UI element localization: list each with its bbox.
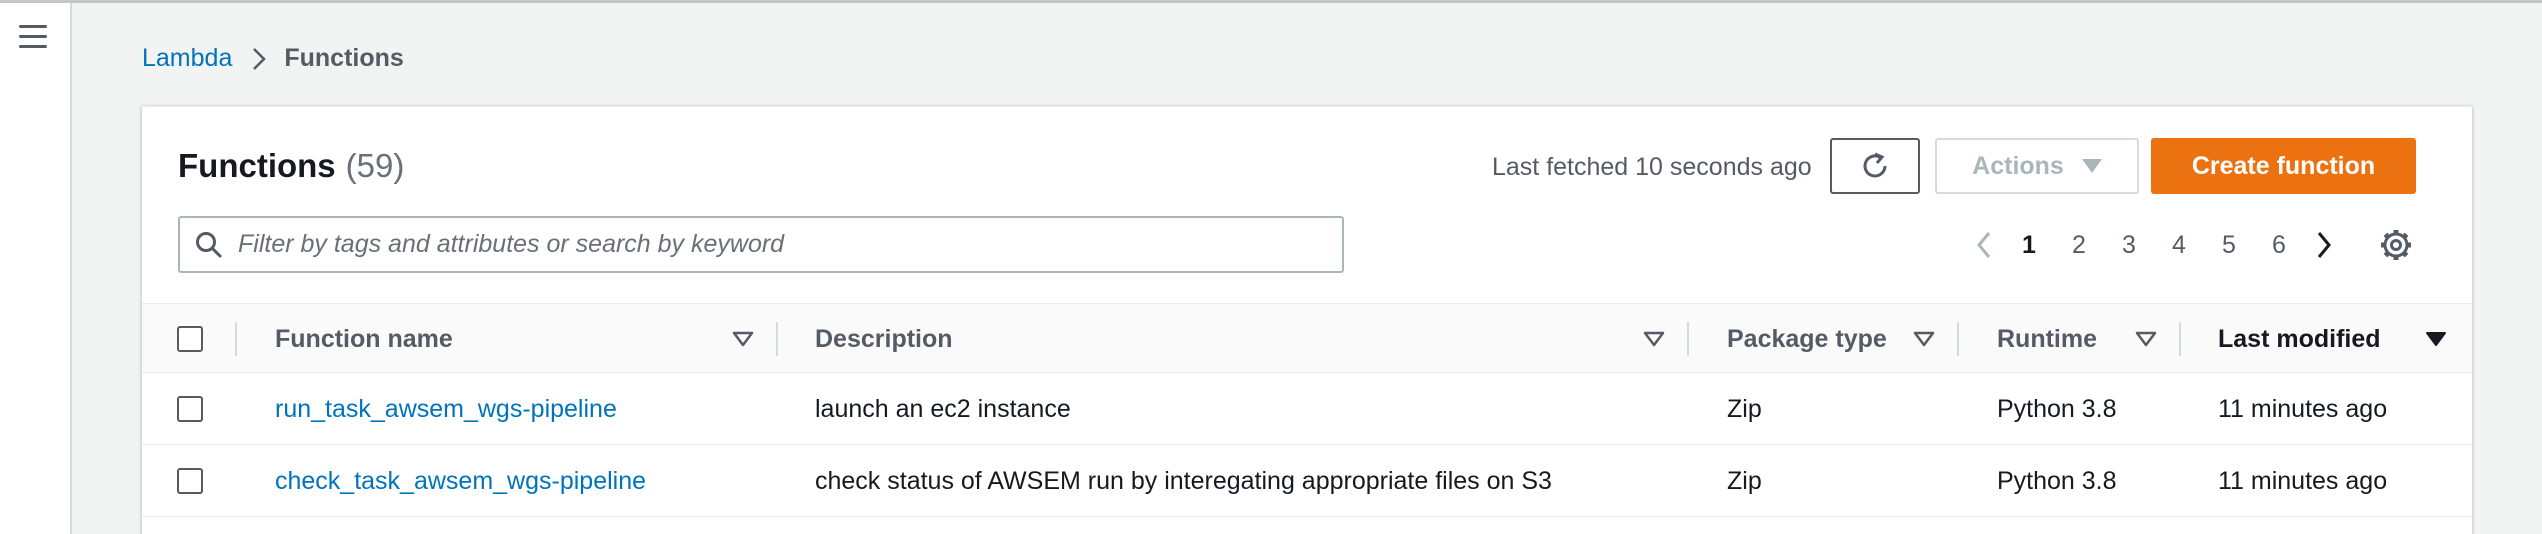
row-checkbox[interactable] (177, 396, 203, 422)
column-divider (2179, 322, 2181, 356)
caret-down-filled-icon[interactable] (2425, 304, 2447, 374)
pagination: 1 2 3 4 5 6 (1964, 225, 2344, 265)
function-count: (59) (345, 147, 405, 184)
function-last-modified: 11 minutes ago (2218, 466, 2388, 495)
function-name-link[interactable]: run_task_awsem_wgs-pipeline (275, 373, 617, 445)
table-row: run_task_awsem_wgs-pipeline launch an ec… (142, 373, 2472, 445)
function-package-type: Zip (1727, 466, 1762, 495)
function-description: launch an ec2 instance (815, 394, 1071, 423)
function-package-type: Zip (1727, 394, 1762, 423)
actions-dropdown-button[interactable]: Actions (1935, 138, 2139, 194)
select-all-checkbox[interactable] (177, 326, 203, 352)
create-function-button[interactable]: Create function (2151, 138, 2416, 194)
caret-down-outline-icon[interactable] (732, 304, 754, 374)
column-header-last-modified[interactable]: Last modified (2218, 304, 2381, 374)
caret-down-outline-icon[interactable] (1913, 304, 1935, 374)
window-top-border (0, 0, 2542, 3)
caret-down-outline-icon[interactable] (1643, 304, 1665, 374)
table-row: check_task_awsem_wgs-pipeline check stat… (142, 445, 2472, 517)
caret-down-outline-icon[interactable] (2135, 304, 2157, 374)
page-6[interactable]: 6 (2254, 231, 2304, 260)
refresh-icon (1863, 152, 1887, 178)
caret-down-icon (2081, 159, 2102, 173)
column-divider (1957, 322, 1959, 356)
function-runtime: Python 3.8 (1997, 466, 2117, 495)
column-header-description[interactable]: Description (815, 304, 953, 374)
page-2[interactable]: 2 (2054, 231, 2104, 260)
page-1[interactable]: 1 (2004, 231, 2054, 260)
column-header-runtime[interactable]: Runtime (1997, 304, 2097, 374)
functions-panel: Functions (59) Last fetched 10 seconds ag… (142, 106, 2472, 534)
search-input[interactable] (238, 230, 1318, 259)
refresh-button[interactable] (1830, 138, 1920, 194)
function-description: check status of AWSEM run by interegatin… (815, 466, 1552, 495)
row-checkbox[interactable] (177, 468, 203, 494)
page-title: Functions (59) (178, 147, 404, 185)
gear-icon[interactable] (2376, 225, 2416, 265)
function-runtime: Python 3.8 (1997, 394, 2117, 423)
column-divider (1687, 322, 1689, 356)
table-header: Function name Description Package type R… (142, 303, 2472, 373)
search-icon (196, 231, 222, 257)
function-last-modified: 11 minutes ago (2218, 394, 2388, 423)
chevron-right-icon[interactable] (2304, 225, 2344, 265)
actions-label: Actions (1972, 151, 2064, 180)
column-header-package-type[interactable]: Package type (1727, 304, 1887, 374)
chevron-left-icon[interactable] (1964, 225, 2004, 265)
column-header-function-name[interactable]: Function name (275, 304, 453, 374)
breadcrumb: Lambda Functions (142, 44, 404, 73)
column-divider (235, 322, 237, 356)
function-name-link[interactable]: check_task_awsem_wgs-pipeline (275, 445, 646, 517)
column-divider (776, 322, 778, 356)
page-5[interactable]: 5 (2204, 231, 2254, 260)
hamburger-menu-icon[interactable] (19, 25, 47, 51)
search-box[interactable] (178, 216, 1344, 273)
page-4[interactable]: 4 (2154, 231, 2204, 260)
panel-title-text: Functions (178, 147, 336, 184)
side-navigation-rail (0, 3, 72, 534)
breadcrumb-lambda-link[interactable]: Lambda (142, 44, 232, 73)
last-fetched-status: Last fetched 10 seconds ago (1492, 153, 1812, 181)
chevron-right-icon (252, 47, 267, 71)
page-3[interactable]: 3 (2104, 231, 2154, 260)
breadcrumb-current: Functions (284, 44, 404, 72)
